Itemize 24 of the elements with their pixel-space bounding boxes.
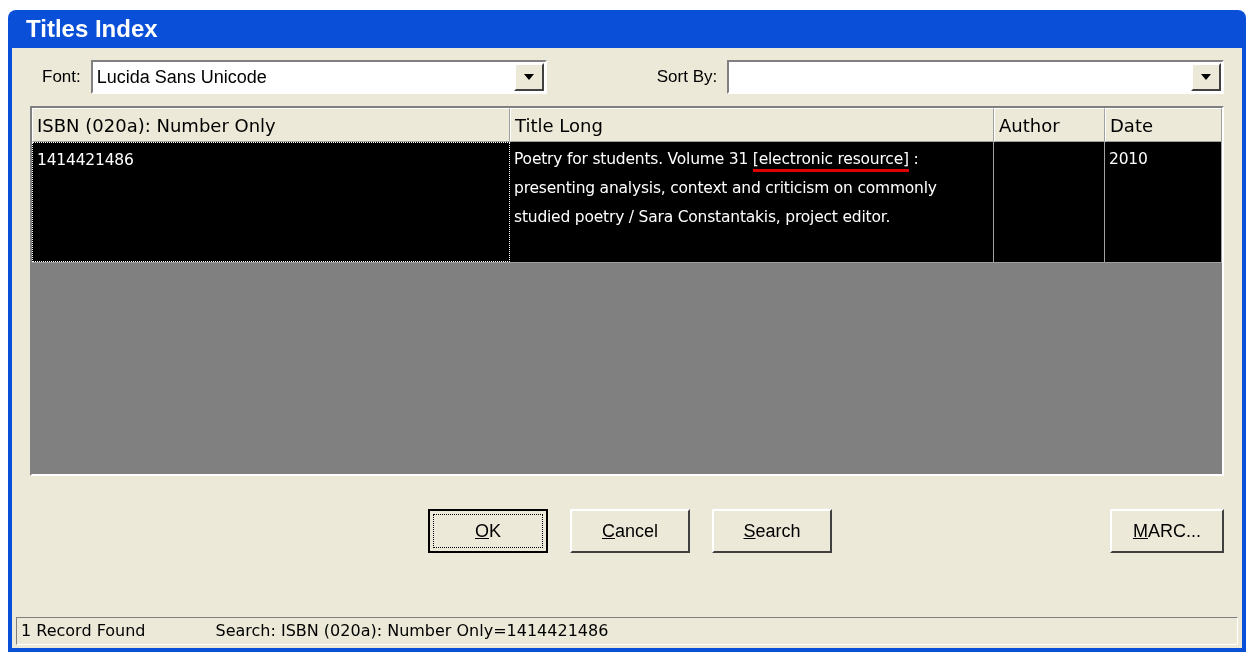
caret-icon [523,74,534,80]
dialog-button[interactable]: Cancel [570,509,690,553]
column-header[interactable]: Date [1105,108,1222,142]
table-cell-text: Poetry for students. Volume 31 [electronic resource] : presenting analysis, context and criticism on commonly studied poetry / Sara Constantakis, project editor. [514,149,938,228]
column-header[interactable]: ISBN (020a): Number Only [32,108,510,142]
window-title: Titles Index [26,14,158,44]
table-cell-text: 1414421486 [37,150,135,171]
column-header[interactable]: Title Long [510,108,994,142]
status-text: Search: ISBN (020a): Number Only=1414421486 [215,620,609,642]
font-label: Font: [42,66,81,89]
status-text: 1 Record Found [21,620,146,642]
dialog-button[interactable]: MARC... [1110,509,1224,553]
dialog-button[interactable]: Search [712,509,832,553]
dialog-button[interactable]: OK [428,509,548,553]
column-header[interactable]: Author [994,108,1105,142]
dropdown-button[interactable] [513,63,544,91]
table-row[interactable]: 1414421486 Poetry for students. Volume 31 [electronic resource] : presenting analysis, context and criticism on commonly studied poetry / Sara Constantakis, project editor. 2010 [32,142,1222,263]
dropdown-value: Lucida Sans Unicode [96,65,267,89]
dropdown-button[interactable] [1191,63,1221,91]
font-dropdown[interactable]: Lucida Sans Unicode [90,60,547,94]
sort-by-dropdown[interactable] [727,60,1224,94]
caret-icon [1201,74,1211,80]
sort-by-label: Sort By: [656,66,718,89]
table-cell-text: 2010 [1109,149,1149,170]
